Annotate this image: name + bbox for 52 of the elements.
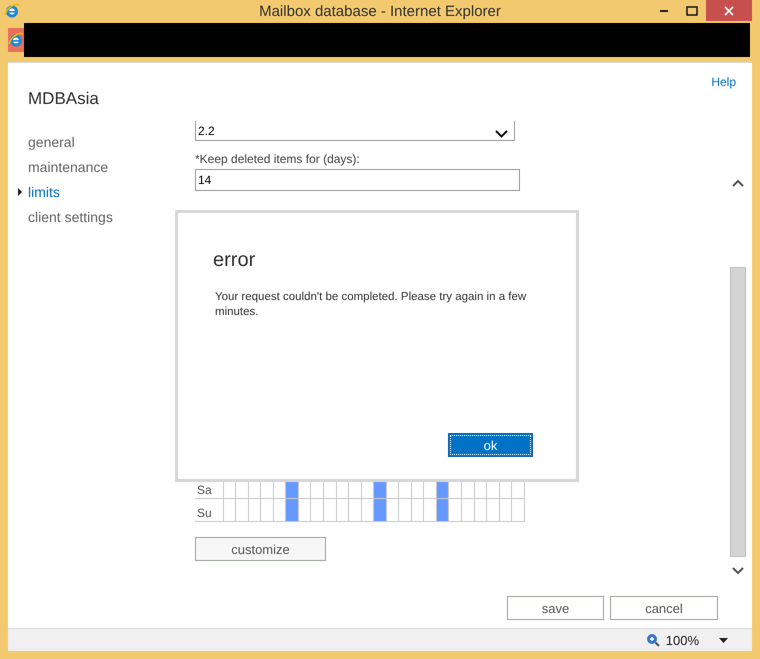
hour-cell[interactable]	[336, 498, 349, 522]
maximize-icon	[686, 6, 698, 16]
minimize-icon	[660, 10, 668, 12]
nav-item[interactable]: client settings	[28, 204, 113, 229]
hour-cell[interactable]	[223, 498, 236, 522]
hour-cell[interactable]	[260, 498, 274, 522]
hour-cell[interactable]	[424, 498, 436, 522]
dropdown-value: 2.2	[198, 124, 215, 138]
hour-cell[interactable]	[386, 498, 399, 522]
chevron-down-icon	[495, 130, 508, 138]
hour-cell[interactable]	[248, 498, 261, 522]
nav-item[interactable]: limits	[28, 179, 60, 204]
footer-button[interactable]: save	[507, 596, 604, 620]
hour-cell[interactable]	[499, 498, 512, 522]
hour-cell[interactable]	[512, 498, 524, 522]
hour-cell[interactable]	[310, 498, 324, 522]
window-title: Mailbox database - Internet Explorer	[259, 3, 501, 20]
page-heading: MDBAsia	[28, 89, 100, 109]
caret-icon	[18, 188, 22, 196]
nav-item[interactable]: maintenance	[28, 154, 108, 179]
scrollbar-thumb[interactable]	[730, 267, 746, 557]
field-label: *Keep deleted items for (days):	[195, 152, 361, 168]
scroll-up-icon[interactable]	[732, 179, 744, 187]
footer-button[interactable]: cancel	[610, 596, 718, 620]
browser-logo-icon	[8, 32, 24, 48]
ok-button[interactable]: ok	[448, 433, 533, 457]
zoom-icon[interactable]	[646, 633, 660, 647]
version-dropdown[interactable]: 2.2	[195, 121, 515, 141]
day-label: Su	[195, 498, 224, 522]
hour-cell[interactable]	[411, 498, 424, 522]
hour-cell[interactable]	[461, 498, 474, 522]
hour-cell[interactable]	[398, 498, 412, 522]
scroll-down-icon[interactable]	[732, 567, 744, 575]
close-button[interactable]	[706, 0, 752, 21]
help-link[interactable]: Help	[711, 75, 736, 89]
error-message: Your request couldn't be completed. Please try again in a few minutes.	[215, 290, 528, 320]
hour-cell[interactable]	[236, 498, 248, 522]
days-input[interactable]: 14	[195, 169, 520, 191]
customize-button[interactable]: customize	[195, 537, 326, 561]
nav-item[interactable]: general	[28, 129, 75, 154]
hour-cell[interactable]	[448, 498, 462, 522]
browser-logo-icon	[4, 3, 20, 19]
hour-cell[interactable]	[486, 498, 500, 522]
hour-cell[interactable]	[323, 498, 336, 522]
dropdown-caret-icon[interactable]	[719, 638, 728, 642]
hour-cell[interactable]	[348, 498, 362, 522]
close-icon	[724, 6, 734, 16]
hour-cell[interactable]	[298, 498, 311, 522]
hour-cell[interactable]	[474, 498, 487, 522]
browser-tab[interactable]	[8, 28, 24, 52]
dialog-title: error	[213, 249, 256, 272]
zoom-level: 100%	[666, 632, 699, 648]
